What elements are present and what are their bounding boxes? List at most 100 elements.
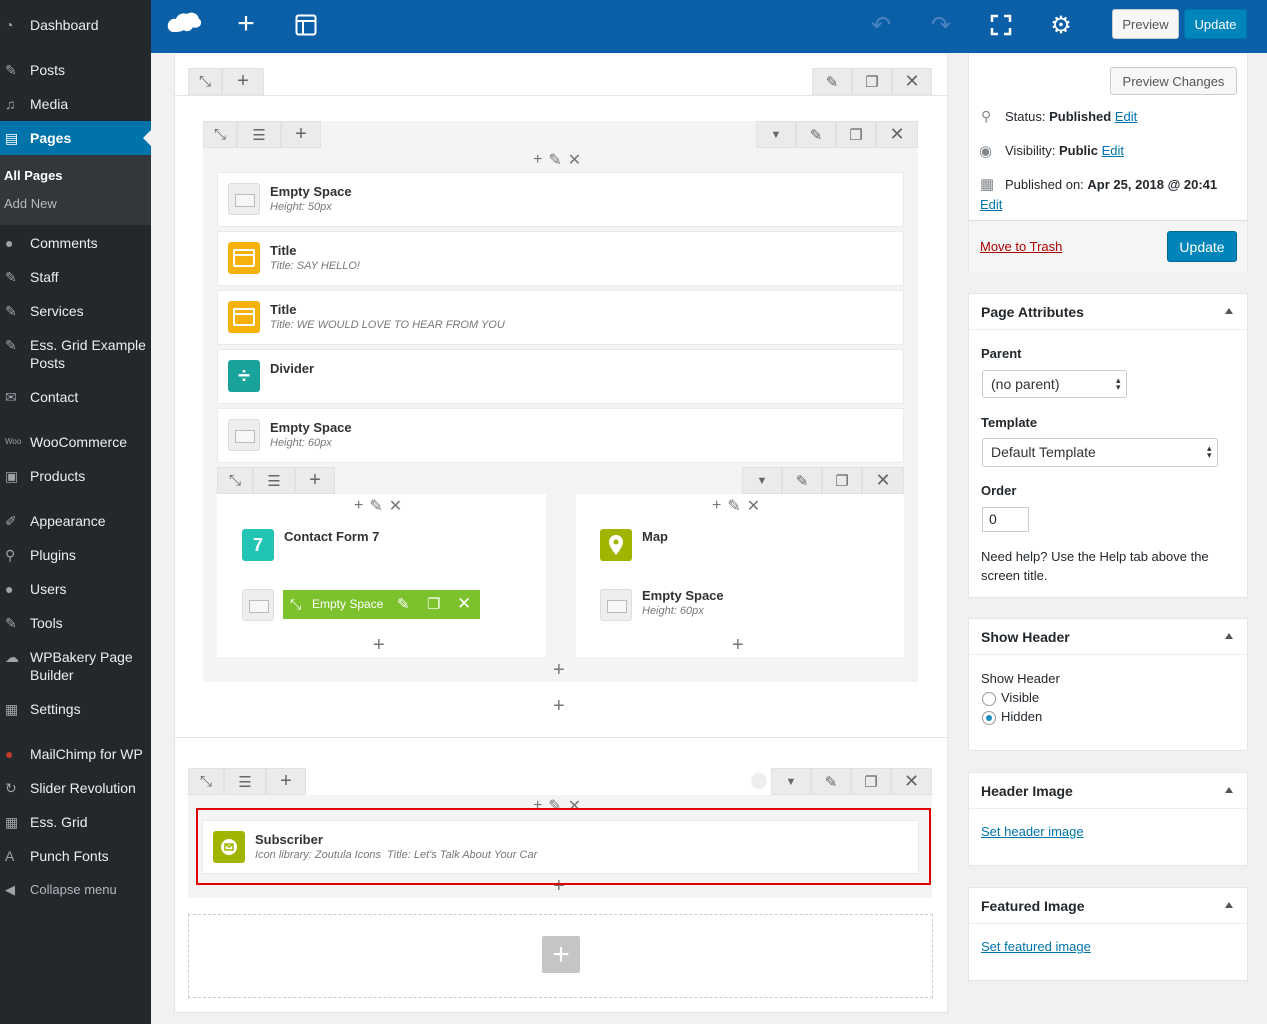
menu-mailchimp[interactable]: ● MailChimp for WP <box>0 745 151 763</box>
menu-media[interactable]: ♫ Media <box>0 95 151 113</box>
menu-tools[interactable]: ✎ Tools <box>0 614 151 632</box>
template-select[interactable]: Default Template <box>982 438 1218 467</box>
parent-select[interactable]: (no parent) <box>982 370 1127 398</box>
add-element-icon[interactable]: + <box>231 7 261 40</box>
active-element-controls[interactable]: ⤡ Empty Space ✎ ❐ ✕ <box>283 590 480 619</box>
set-featured-image-link[interactable]: Set featured image <box>981 939 1091 954</box>
row-add-icon[interactable]: + <box>266 768 306 795</box>
row-clone-icon[interactable]: ❐ <box>852 68 892 95</box>
menu-punch-fonts[interactable]: A Punch Fonts <box>0 847 151 865</box>
row-add-column-icon[interactable]: + <box>222 68 264 95</box>
order-input[interactable]: 0 <box>982 507 1029 532</box>
contact-form-name[interactable]: Contact Form 7 <box>284 529 379 544</box>
update-button[interactable]: Update <box>1184 9 1247 39</box>
menu-dashboard[interactable]: ◔ Dashboard <box>0 16 151 34</box>
close-icon[interactable]: ✕ <box>747 496 760 516</box>
row-delete-icon[interactable]: ✕ <box>892 68 932 95</box>
radio-hidden[interactable] <box>982 711 996 725</box>
published-edit-link[interactable]: Edit <box>980 197 1002 212</box>
menu-products[interactable]: ▣ Products <box>0 467 151 485</box>
publish-update-button[interactable]: Update <box>1167 231 1237 262</box>
add-element-icon[interactable]: + <box>553 696 565 716</box>
collapse-arrow-icon[interactable] <box>1225 308 1233 314</box>
menu-staff[interactable]: ✎ Staff <box>0 268 151 286</box>
element-title[interactable]: Title Title: WE WOULD LOVE TO HEAR FROM … <box>217 290 904 345</box>
preview-button[interactable]: Preview <box>1112 9 1179 39</box>
column-toggle-icon[interactable]: ▼ <box>756 121 796 148</box>
close-icon[interactable]: ✕ <box>457 594 471 614</box>
menu-pages[interactable]: ▤ Pages <box>0 121 151 155</box>
pencil-icon[interactable]: ✎ <box>727 496 740 516</box>
row-clone-icon[interactable]: ❐ <box>851 768 891 795</box>
add-icon[interactable]: + <box>354 497 363 515</box>
undo-icon[interactable]: ↶ <box>866 10 896 40</box>
row-delete-icon[interactable]: ✕ <box>891 768 932 795</box>
add-element-icon[interactable]: + <box>553 660 565 680</box>
add-element-icon[interactable]: + <box>373 635 385 655</box>
pencil-icon[interactable]: ✎ <box>397 595 410 613</box>
inner-row-move-icon[interactable]: ⤡ <box>217 467 253 494</box>
column-delete-icon[interactable]: ✕ <box>876 121 918 148</box>
row-toggle-icon[interactable]: ▼ <box>771 768 811 795</box>
map-name[interactable]: Map <box>642 529 668 544</box>
preview-changes-button[interactable]: Preview Changes <box>1110 67 1237 95</box>
close-icon[interactable]: ✕ <box>568 150 581 170</box>
row-edit-icon[interactable]: ✎ <box>812 68 852 95</box>
row-move-icon[interactable]: ⤡ <box>188 768 224 795</box>
status-edit-link[interactable]: Edit <box>1115 109 1137 124</box>
visibility-edit-link[interactable]: Edit <box>1102 143 1124 158</box>
redo-icon[interactable]: ↷ <box>926 10 956 40</box>
menu-settings[interactable]: ▦ Settings <box>0 700 151 718</box>
menu-ess-grid[interactable]: ▦ Ess. Grid <box>0 813 151 831</box>
close-icon[interactable]: ✕ <box>389 496 402 516</box>
collapse-arrow-icon[interactable] <box>1225 633 1233 639</box>
column-edit-icon[interactable]: ✎ <box>796 121 836 148</box>
column-layout-icon[interactable]: ☰ <box>237 121 281 148</box>
add-icon[interactable]: + <box>712 497 721 515</box>
add-row-icon[interactable]: + <box>542 936 580 973</box>
wpbakery-logo-icon[interactable] <box>165 9 203 39</box>
element-empty-space[interactable]: Empty Space Height: 50px <box>217 172 904 227</box>
element-name[interactable]: Empty Space <box>642 588 724 603</box>
move-to-trash-link[interactable]: Move to Trash <box>980 239 1062 254</box>
element-title[interactable]: Title Title: SAY HELLO! <box>217 231 904 286</box>
inner-row-add-icon[interactable]: + <box>295 467 335 494</box>
add-element-icon[interactable]: + <box>732 635 744 655</box>
set-header-image-link[interactable]: Set header image <box>981 824 1084 839</box>
collapse-arrow-icon[interactable] <box>1225 902 1233 908</box>
element-divider[interactable]: ÷ Divider <box>217 349 904 404</box>
menu-contact[interactable]: ✉ Contact <box>0 388 151 406</box>
settings-gear-icon[interactable]: ⚙ <box>1046 10 1076 40</box>
move-icon[interactable]: ⤡ <box>290 596 301 613</box>
pencil-icon[interactable]: ✎ <box>548 150 561 170</box>
row-layout-icon[interactable]: ☰ <box>224 768 266 795</box>
menu-slider-revolution[interactable]: ↻ Slider Revolution <box>0 779 151 797</box>
menu-appearance[interactable]: ✐ Appearance <box>0 512 151 530</box>
inner-row-delete-icon[interactable]: ✕ <box>862 467 904 494</box>
menu-ess-grid-example[interactable]: ✎ Ess. Grid Example Posts <box>0 336 148 372</box>
column-clone-icon[interactable]: ❐ <box>836 121 876 148</box>
collapse-arrow-icon[interactable] <box>1225 787 1233 793</box>
fullscreen-icon[interactable] <box>986 10 1016 40</box>
inner-row-toggle-icon[interactable]: ▼ <box>742 467 782 494</box>
menu-posts[interactable]: ✎ Posts <box>0 61 151 79</box>
radio-visible[interactable] <box>982 692 996 706</box>
column-move-icon[interactable]: ⤡ <box>203 121 237 148</box>
pencil-icon[interactable]: ✎ <box>369 496 382 516</box>
submenu-all-pages[interactable]: All Pages <box>4 168 63 183</box>
menu-services[interactable]: ✎ Services <box>0 302 151 320</box>
menu-collapse[interactable]: ◀ Collapse menu <box>0 881 151 899</box>
inner-row-clone-icon[interactable]: ❐ <box>822 467 862 494</box>
clone-icon[interactable]: ❐ <box>427 595 440 613</box>
inner-row-edit-icon[interactable]: ✎ <box>782 467 822 494</box>
column-add-icon[interactable]: + <box>281 121 321 148</box>
inner-row-layout-icon[interactable]: ☰ <box>253 467 295 494</box>
templates-icon[interactable] <box>291 10 321 40</box>
submenu-add-new[interactable]: Add New <box>4 196 57 211</box>
row-move-icon[interactable]: ⤡ <box>188 68 222 95</box>
add-icon[interactable]: + <box>533 151 542 169</box>
menu-comments[interactable]: ● Comments <box>0 234 151 252</box>
menu-woocommerce[interactable]: Woo WooCommerce <box>0 433 151 451</box>
menu-users[interactable]: ● Users <box>0 580 151 598</box>
element-empty-space[interactable]: Empty Space Height: 60px <box>217 408 904 463</box>
